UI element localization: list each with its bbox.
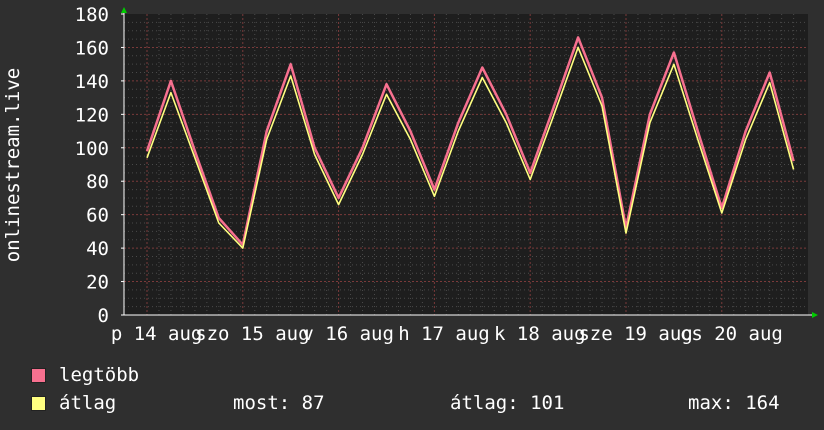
x-tick-label: v 16 aug [302, 323, 394, 345]
legend-swatch-max [31, 368, 46, 383]
y-axis-label: onlinestream.live [2, 67, 24, 263]
y-tick-label: 120 [75, 104, 109, 126]
stat-avg: átlag: 101 [450, 392, 565, 414]
y-tick-label: 20 [86, 272, 109, 294]
x-tick-labels: p 14 augszo 15 augv 16 aug h 17 aug k 18 a… [111, 323, 783, 345]
x-tick-label: sze 19 aug [578, 323, 692, 345]
y-tick-label: 0 [98, 305, 109, 327]
y-tick-label: 60 [86, 205, 109, 227]
legend-label-avg: átlag [59, 392, 117, 414]
y-tick-label: 140 [75, 71, 109, 93]
y-tick-label: 80 [86, 171, 109, 193]
y-tick-labels: 0 20 40 60 80 100 120 140 160 180 [75, 4, 124, 327]
x-tick-label: h 17 aug [398, 323, 490, 345]
stat-max: max: 164 [688, 392, 780, 414]
y-tick-label: 180 [75, 4, 109, 26]
y-axis-arrow-icon [121, 7, 127, 13]
stat-now: most: 87 [233, 392, 325, 414]
y-tick-label: 160 [75, 37, 109, 59]
legend-swatch-avg [31, 396, 46, 411]
x-tick-label: cs 20 aug [680, 323, 783, 345]
x-tick-label: p 14 aug [111, 323, 203, 345]
legend-label-max: legtöbb [59, 364, 140, 386]
chart: 0 20 40 60 80 100 120 140 160 180 p 14 augszo 15 … [75, 4, 818, 345]
y-tick-label: 40 [86, 238, 109, 260]
x-tick-label: szo 15 aug [195, 323, 309, 345]
y-axis-label-wrap: onlinestream.live [0, 0, 26, 314]
y-tick-label: 100 [75, 138, 109, 160]
x-axis-arrow-icon [812, 312, 818, 318]
x-tick-label: k 18 aug [494, 323, 586, 345]
